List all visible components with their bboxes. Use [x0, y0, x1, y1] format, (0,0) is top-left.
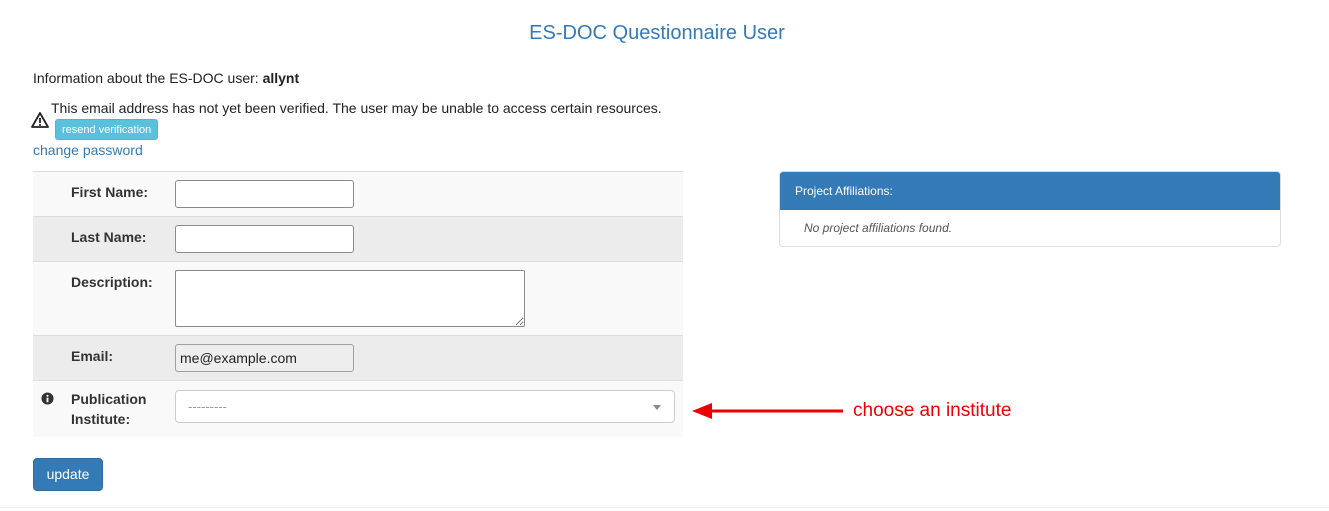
description-row: Description:: [33, 262, 683, 336]
page-title: ES-DOC Questionnaire User: [529, 22, 785, 44]
panel-heading: Project Affiliations:: [780, 172, 1280, 210]
warning-icon: [31, 112, 49, 128]
info-icon[interactable]: [41, 392, 54, 405]
last-name-input[interactable]: [175, 225, 354, 253]
description-textarea[interactable]: [175, 270, 525, 327]
chevron-down-icon: [653, 405, 661, 410]
user-info-prefix: Information about the ES-DOC user:: [33, 70, 263, 86]
description-label: Description:: [71, 274, 153, 290]
institute-label-line1: Publication: [71, 391, 147, 407]
email-row: Email:: [33, 336, 683, 381]
institute-label: Publication Institute:: [71, 389, 146, 429]
email-label: Email:: [71, 348, 114, 364]
footer-divider: [0, 507, 1329, 508]
warning-message: This email address has not yet been veri…: [51, 100, 662, 116]
user-info-line: Information about the ES-DOC user: allyn…: [33, 70, 299, 86]
username: allynt: [262, 70, 300, 86]
institute-row: Publication Institute: ---------: [33, 381, 683, 437]
institute-label-line2: Institute:: [71, 411, 131, 427]
annotation-arrow-icon: [692, 403, 843, 419]
last-name-label: Last Name:: [71, 229, 147, 245]
update-button[interactable]: update: [33, 458, 103, 491]
last-name-row: Last Name:: [33, 217, 683, 262]
change-password-link[interactable]: change password: [33, 142, 143, 158]
user-form: First Name: Last Name: Description: Emai…: [33, 171, 683, 437]
annotation-text: choose an institute: [853, 400, 1012, 421]
first-name-input[interactable]: [175, 180, 354, 208]
institute-select-value: ---------: [188, 399, 227, 414]
institute-select[interactable]: ---------: [175, 390, 675, 423]
resend-verification-button[interactable]: resend verification: [55, 119, 159, 140]
first-name-label: First Name:: [71, 184, 149, 200]
email-input[interactable]: [175, 344, 354, 372]
project-affiliations-panel: Project Affiliations: No project affilia…: [779, 171, 1281, 247]
panel-empty-message: No project affiliations found.: [804, 221, 953, 235]
first-name-row: First Name:: [33, 172, 683, 217]
